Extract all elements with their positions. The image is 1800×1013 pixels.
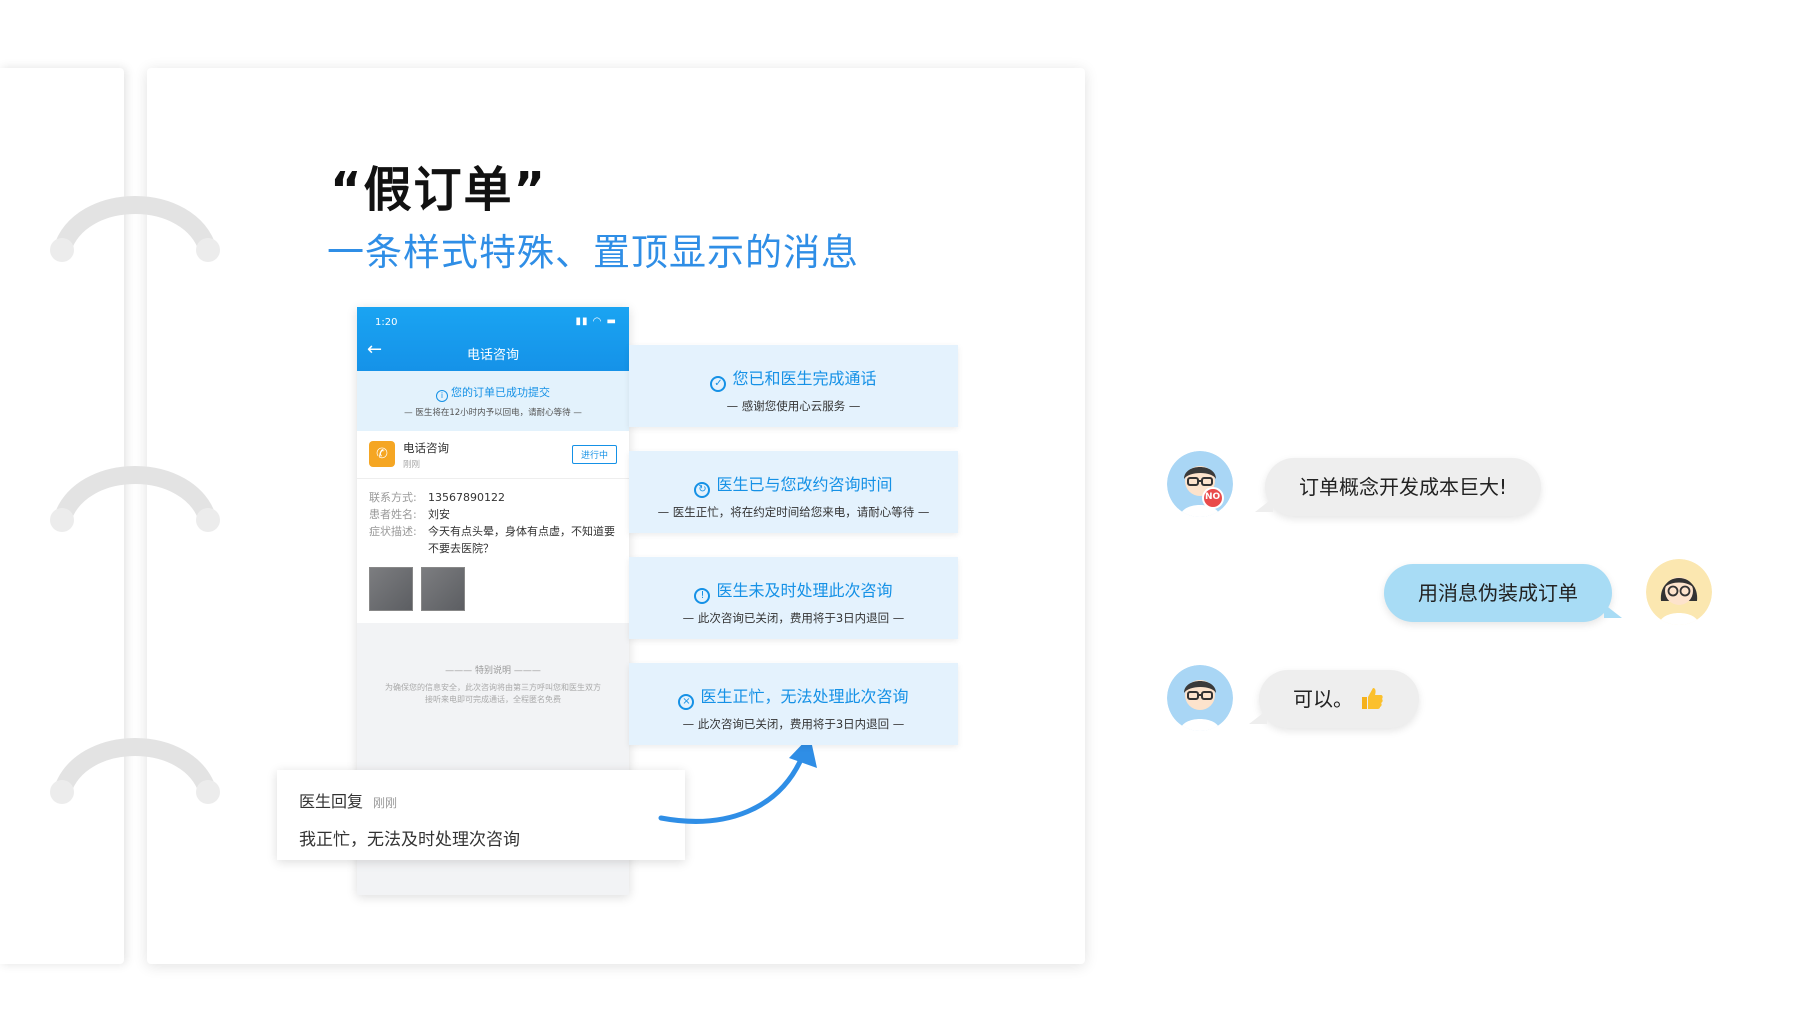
status-icons: ▮▮ ◠ ▬ [575,316,617,327]
special-note: ——— 特别说明 ——— 为确保您的信息安全，此次咨询将由第三方呼叫您和医生双方… [357,663,629,706]
thumbs-up-icon [1362,688,1384,709]
notice-title: 您的订单已成功提交 [451,386,550,399]
phone-call-icon: ✆ [369,441,395,467]
slide-title: “假订单” [330,162,548,218]
phone-title: 电话咨询 [466,348,519,363]
status-card-doctor-busy: × 医生正忙，无法处理此次咨询 — 此次咨询已关闭，费用将于3日内退回 — [629,663,958,745]
binder-ring-icon [50,466,220,532]
special-note-title: ——— 特别说明 ——— [445,666,541,676]
reschedule-icon: ↻ [694,482,711,498]
reply-time: 刚刚 [373,796,398,810]
doctor-avatar: NO [1167,451,1233,517]
chat-bubble-left: 可以。 [1249,670,1420,728]
order-time: 刚刚 [403,460,421,470]
doctor-avatar [1167,665,1233,731]
status-card-call-completed: ✓ 您已和医生完成通话 — 感谢您使用心云服务 — [629,345,958,427]
photo-thumbnail[interactable] [421,567,465,611]
no-badge-icon: NO [1205,492,1221,502]
order-status-badge: 进行中 [571,445,617,464]
reply-sender: 医生回复 [299,792,364,811]
check-circle-icon: ✓ [710,376,727,392]
order-info: 联系方式: 13567890122 患者姓名: 刘安 症状描述: 今天有点头晕，… [357,479,629,623]
special-note-text: 为确保您的信息安全，此次咨询将由第三方呼叫您和医生双方接听来电即可完成通话，全程… [385,683,601,704]
symptom-photos [369,567,617,611]
order-name: 电话咨询 [403,441,449,455]
info-row: 患者姓名: 刘安 [369,508,450,521]
close-circle-icon: × [678,694,695,710]
notice-subtitle: — 医生将在12小时内予以回电，请耐心等待 — [404,408,582,418]
alert-circle-icon: ! [694,588,711,604]
photo-thumbnail[interactable] [369,567,413,611]
status-card-not-handled: ! 医生未及时处理此次咨询 — 此次咨询已关闭，费用将于3日内退回 — [629,557,958,639]
designer-avatar [1646,559,1712,625]
status-time: 1:20 [375,317,398,328]
doctor-reply-message[interactable]: 医生回复 刚刚 我正忙，无法及时处理次咨询 [277,770,685,860]
info-row: 联系方式: 13567890122 [369,491,505,504]
chat-bubble-left: 订单概念开发成本巨大! [1255,458,1542,516]
status-card-rescheduled: ↻ 医生已与您改约咨询时间 — 医生正忙，将在约定时间给您来电，请耐心等待 — [629,451,958,533]
info-icon: i [436,390,448,402]
binder-ring-icon [50,738,220,804]
slide-subtitle: 一条样式特殊、置顶显示的消息 [327,231,859,274]
chat-bubble-right: 用消息伪装成订单 [1384,564,1622,622]
order-submitted-notice: i 您的订单已成功提交 — 医生将在12小时内予以回电，请耐心等待 — [357,371,629,431]
order-card[interactable]: ✆ 电话咨询 刚刚 进行中 [357,431,629,479]
phone-header: 1:20 ▮▮ ◠ ▬ ← 电话咨询 [357,307,629,371]
binder-ring-icon [50,196,220,262]
reply-text: 我正忙，无法及时处理次咨询 [299,830,520,850]
curved-arrow-icon [658,736,817,824]
info-row: 症状描述: 今天有点头晕，身体有点虚，不知道要不要去医院？ [369,525,615,555]
